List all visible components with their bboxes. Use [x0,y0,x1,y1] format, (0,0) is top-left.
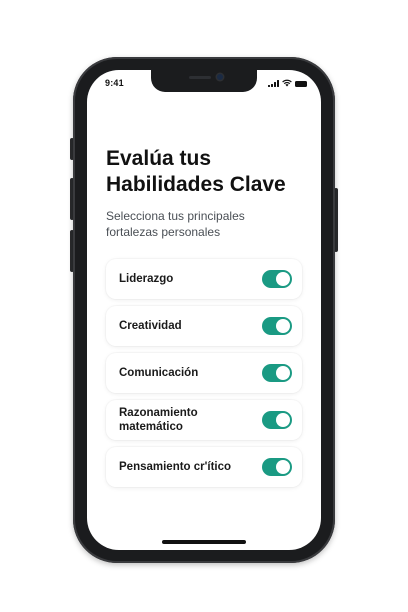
status-time: 9:41 [105,78,124,88]
title-line-1: Evalúa tus [106,147,212,170]
skill-toggle-pensamiento-critico[interactable] [262,458,292,476]
skill-toggle-razonamiento-matematico[interactable] [262,411,292,429]
toggle-knob [276,460,290,474]
skill-label: Liderazgo [119,273,174,285]
toggle-knob [276,366,290,380]
skill-label: Comunicación [119,367,199,379]
skill-label: Pensamiento cr'ítico [119,461,232,473]
skills-list: Liderazgo Creatividad Comunicación Razon… [106,259,302,494]
skill-card-pensamiento-critico: Pensamiento cr'ítico [106,447,302,487]
notch [151,70,257,92]
page-title: Evalúa tus Habilidades Clave [106,146,316,198]
camera-icon [217,74,223,80]
subtitle-line-2: fortalezas personales [106,225,221,239]
title-line-2: Habilidades Clave [106,173,286,196]
skill-toggle-comunicacion[interactable] [262,364,292,382]
home-indicator[interactable] [162,540,246,544]
phone-screen: 9:41 Evalúa tus Habilidades Clave Selecc… [87,70,321,550]
skill-card-comunicacion: Comunicación [106,353,302,393]
toggle-knob [276,272,290,286]
skill-toggle-liderazgo[interactable] [262,270,292,288]
skill-card-creatividad: Creatividad [106,306,302,346]
signal-icon [268,80,279,87]
skill-label: Creatividad [119,320,182,332]
skill-toggle-creatividad[interactable] [262,317,292,335]
wifi-icon [282,79,292,87]
subtitle-line-1: Selecciona tus principales [106,209,245,223]
page-subtitle: Selecciona tus principales fortalezas pe… [106,208,296,240]
toggle-knob [276,319,290,333]
speaker-grille [189,76,211,79]
battery-icon [295,81,307,87]
toggle-knob [276,413,290,427]
skill-card-razonamiento-matematico: Razonamiento matemático [106,400,302,440]
status-icons [268,79,307,87]
skill-label: Razonamiento matemático [119,407,198,433]
skill-card-liderazgo: Liderazgo [106,259,302,299]
